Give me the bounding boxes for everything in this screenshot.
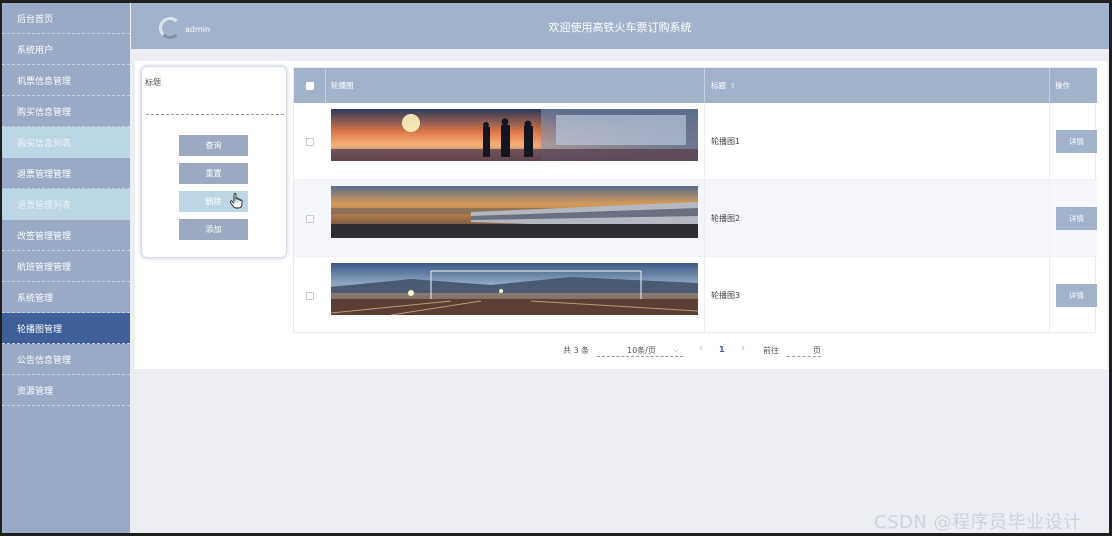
sidebar-item-refund-list[interactable]: 退票管理列表 [2, 189, 130, 220]
sidebar-item-system-users[interactable]: 系统用户 [2, 34, 130, 65]
detail-button[interactable]: 详情 [1056, 207, 1097, 230]
column-header-label: 标题 [711, 81, 726, 90]
carousel-image-3 [331, 263, 698, 315]
goto-label: 前往 [763, 346, 779, 355]
sidebar-item-ticket-info[interactable]: 机票信息管理 [2, 65, 130, 96]
sidebar-item-refund-manage[interactable]: 退票管理管理 [2, 158, 130, 189]
sidebar-item-label: 公告信息管理 [17, 355, 72, 366]
page-size-value: 10条/页 [627, 346, 656, 355]
row-select-cell [294, 257, 326, 334]
sidebar-item-label: 退票管理列表 [17, 200, 72, 211]
row-checkbox[interactable] [306, 214, 314, 223]
sidebar-item-change-manage[interactable]: 改签管理管理 [2, 220, 130, 251]
sidebar-item-label: 购买信息列表 [17, 138, 72, 149]
sidebar-item-label: 轮播图管理 [17, 324, 63, 335]
carousel-image-2 [331, 186, 698, 238]
page-title: 欢迎使用高铁火车票订购系统 [548, 21, 692, 34]
sidebar-item-label: 机票信息管理 [17, 76, 72, 87]
sidebar-item-label: 后台首页 [17, 14, 54, 25]
column-header-actions: 操作 [1050, 68, 1097, 103]
add-button[interactable]: 添加 [179, 219, 248, 240]
sidebar-item-label: 系统管理 [17, 293, 54, 304]
sidebar-item-notice[interactable]: 公告信息管理 [2, 344, 130, 375]
table-row: 轮播图3 详情 [294, 257, 1097, 334]
actions-cell: 详情 [1050, 103, 1097, 180]
column-header-label: 操作 [1055, 81, 1070, 90]
column-header-image: 轮播图 [326, 68, 705, 103]
search-label: 标题 [145, 78, 161, 87]
sidebar-item-carousel[interactable]: 轮播图管理 [2, 313, 130, 344]
total-count: 共 3 条 [563, 346, 590, 355]
detail-button[interactable]: 详情 [1056, 284, 1097, 307]
row-title: 轮播图1 [711, 137, 741, 146]
sidebar-item-label: 系统用户 [17, 45, 54, 56]
page-number-current[interactable]: 1 [719, 345, 725, 354]
watermark: CSDN @程序员毕业设计 [874, 512, 1082, 533]
chevron-down-icon: ⌵ [673, 345, 680, 354]
next-page-icon[interactable]: › [741, 343, 745, 354]
sidebar-item-purchase-info[interactable]: 购买信息管理 [2, 96, 130, 127]
sort-icon[interactable]: ⇕ [730, 82, 736, 90]
sidebar-item-label: 改签管理管理 [17, 231, 72, 242]
row-select-cell [294, 180, 326, 257]
top-header: admin 欢迎使用高铁火车票订购系统 [131, 3, 1109, 49]
prev-page-icon[interactable]: ‹ [699, 343, 703, 354]
sidebar-item-flight-manage[interactable]: 航班管理管理 [2, 251, 130, 282]
row-title: 轮播图3 [711, 291, 741, 300]
sidebar-item-label: 退票管理管理 [17, 169, 72, 180]
app-window: 后台首页 系统用户 机票信息管理 购买信息管理 购买信息列表 退票管理管理 退票… [2, 3, 1109, 533]
sidebar-item-label: 购买信息管理 [17, 107, 72, 118]
detail-button[interactable]: 详情 [1056, 130, 1097, 153]
select-all-checkbox[interactable] [305, 81, 314, 90]
main-content: 标题 查询 重置 删除 添加 轮播图 标题 ⇕ 操作 轮播图1 详情 轮播图2 … [135, 61, 1107, 369]
sidebar-item-label: 航班管理管理 [17, 262, 72, 273]
table-row: 轮播图2 详情 [294, 180, 1097, 257]
page-suffix: 页 [813, 346, 821, 355]
sidebar-item-system-manage[interactable]: 系统管理 [2, 282, 130, 313]
search-card: 标题 查询 重置 删除 添加 [141, 66, 287, 258]
row-checkbox[interactable] [306, 291, 314, 300]
title-cell: 轮播图3 [705, 257, 1050, 334]
page-size-select[interactable]: 10条/页 ⌵ [597, 341, 683, 357]
actions-cell: 详情 [1050, 257, 1097, 334]
title-search-input[interactable] [146, 89, 284, 115]
reset-button[interactable]: 重置 [179, 163, 248, 184]
row-checkbox[interactable] [306, 137, 314, 146]
row-title: 轮播图2 [711, 214, 741, 223]
sidebar-item-resources[interactable]: 资源管理 [2, 375, 130, 406]
column-header-label: 轮播图 [331, 81, 354, 90]
carousel-image-1 [331, 109, 698, 161]
row-select-cell [294, 103, 326, 180]
title-cell: 轮播图2 [705, 180, 1050, 257]
sidebar: 后台首页 系统用户 机票信息管理 购买信息管理 购买信息列表 退票管理管理 退票… [2, 3, 130, 533]
query-button[interactable]: 查询 [179, 135, 248, 156]
table-row: 轮播图1 详情 [294, 103, 1097, 180]
sidebar-item-purchase-list[interactable]: 购买信息列表 [2, 127, 130, 158]
sidebar-item-home[interactable]: 后台首页 [2, 3, 130, 34]
carousel-table: 轮播图 标题 ⇕ 操作 轮播图1 详情 轮播图2 详情 轮播图3 详情 [293, 67, 1097, 334]
column-header-title[interactable]: 标题 ⇕ [705, 68, 1050, 103]
hand-cursor-icon [230, 193, 243, 209]
select-all-cell [294, 68, 326, 103]
actions-cell: 详情 [1050, 180, 1097, 257]
sidebar-item-label: 资源管理 [17, 386, 54, 397]
table-header: 轮播图 标题 ⇕ 操作 [294, 68, 1097, 103]
title-cell: 轮播图1 [705, 103, 1050, 180]
